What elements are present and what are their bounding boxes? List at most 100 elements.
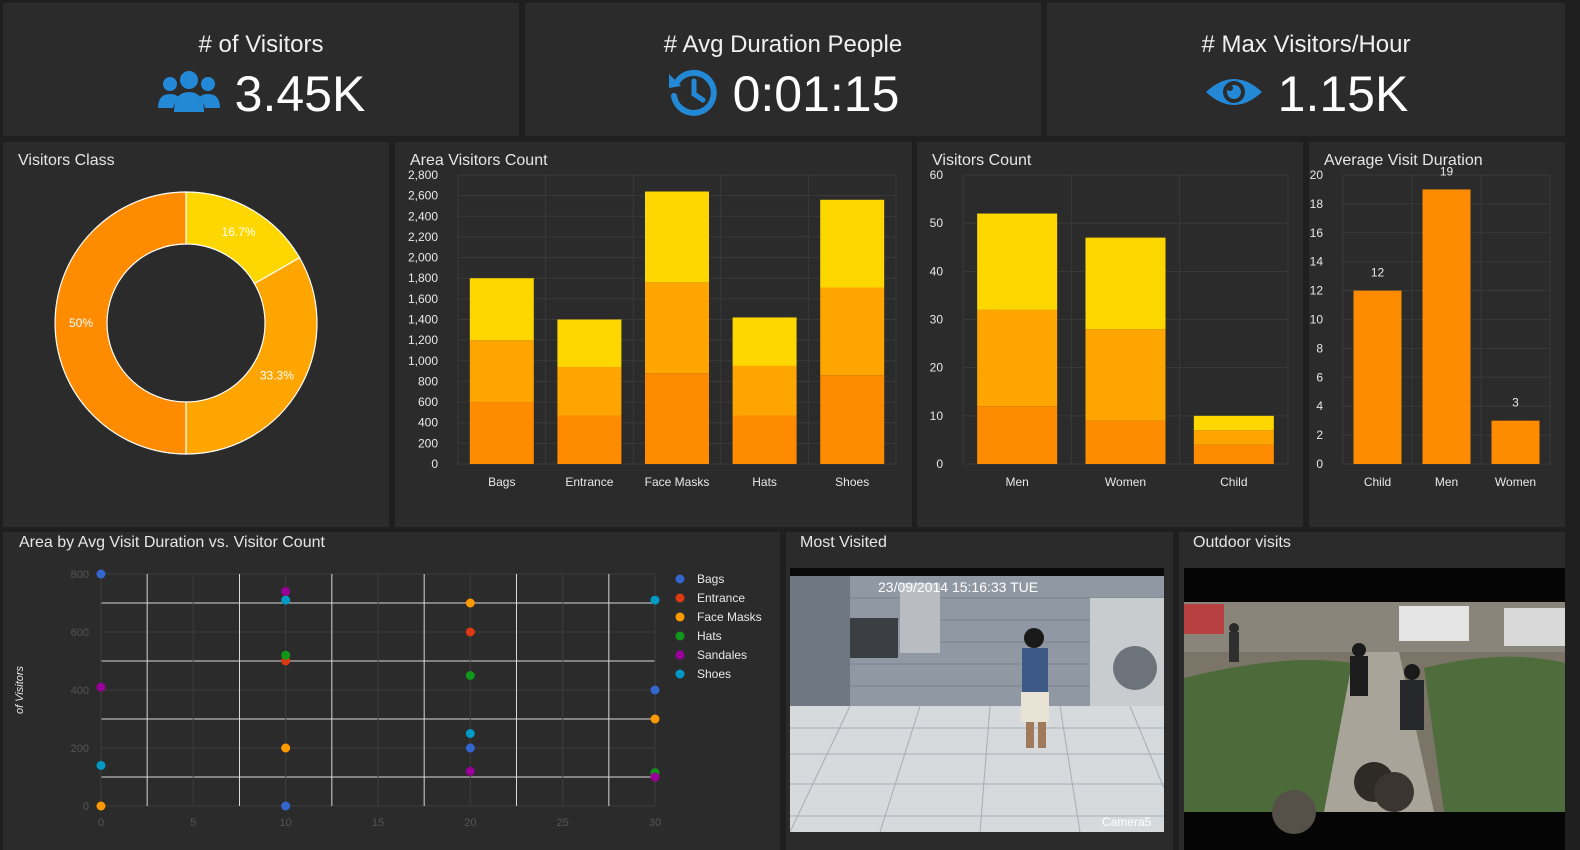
- y-tick-label: 18: [1310, 197, 1324, 211]
- y-tick-label: 1,400: [408, 313, 438, 327]
- y-tick-label: 400: [418, 416, 438, 430]
- y-tick-label: 14: [1310, 255, 1324, 269]
- bar-segment: [1085, 420, 1166, 464]
- bar-segment: [557, 366, 622, 416]
- bar: [1353, 290, 1402, 464]
- y-tick-label: 50: [930, 216, 944, 230]
- visitors-class-chart: 16.7% 33.3% 50%: [54, 191, 318, 455]
- x-tick-label: Hats: [752, 475, 777, 489]
- x-tick-label: 20: [464, 817, 476, 829]
- legend-label: Shoes: [697, 667, 731, 681]
- eye-icon: [1204, 72, 1264, 117]
- y-tick-label: 800: [71, 569, 89, 581]
- y-tick-label: 2,400: [408, 209, 438, 223]
- x-tick-label: Bags: [488, 475, 515, 489]
- y-tick-label: 200: [418, 436, 438, 450]
- data-label: 12: [1371, 266, 1385, 280]
- x-tick-label: Shoes: [835, 475, 869, 489]
- scatter-point: [96, 569, 106, 579]
- scatter-point: [281, 586, 291, 596]
- data-label: 3: [1512, 396, 1519, 410]
- visitors-count-chart: 0 10 20 30 40 50 60 Men Women Child: [930, 168, 1289, 489]
- bar-segment: [1193, 430, 1274, 445]
- camera-label: Camera5: [1102, 815, 1152, 829]
- x-tick-label: 0: [98, 817, 104, 829]
- y-tick-label: 10: [1310, 313, 1324, 327]
- x-tick-label: Women: [1105, 475, 1146, 489]
- y-tick-label: 0: [1316, 457, 1323, 471]
- area-visitors-chart: 0 200 400 600 800 1,000 1,200 1,400 1,600 1,800 2,…: [408, 168, 897, 489]
- bar: [1422, 189, 1471, 464]
- slice-label: 50%: [69, 316, 93, 330]
- kpi-value: 1.15K: [1277, 66, 1409, 122]
- x-tick-label: Men: [1005, 475, 1028, 489]
- x-tick-label: Child: [1220, 475, 1247, 489]
- y-tick-label: 12: [1310, 284, 1324, 298]
- data-label: 19: [1440, 164, 1454, 178]
- y-tick-label: 8: [1316, 341, 1323, 355]
- y-tick-label: 1,000: [408, 354, 438, 368]
- bar-segment: [1193, 444, 1274, 464]
- kpi-value: 0:01:15: [732, 66, 900, 122]
- bar-segment: [1085, 237, 1166, 330]
- y-tick-label: 20: [930, 361, 944, 375]
- camera-timestamp: 23/09/2014 15:16:33 TUE: [878, 579, 1038, 595]
- scatter-point: [465, 671, 475, 680]
- y-tick-label: 0: [83, 801, 89, 813]
- bar-segment: [557, 319, 622, 367]
- bar-segment: [732, 415, 797, 464]
- camera-feed-indoor[interactable]: 23/09/2014 15:16:33 TUE Camera5: [790, 568, 1164, 832]
- bar-segment: [820, 199, 885, 288]
- y-tick-label: 600: [418, 395, 438, 409]
- x-tick-label: 25: [557, 817, 569, 829]
- x-tick-label: 5: [190, 817, 196, 829]
- kpi-visitors: # of Visitors 3.45K: [3, 3, 519, 136]
- x-tick-label: Men: [1435, 475, 1458, 489]
- camera-feed-outdoor[interactable]: [1184, 568, 1565, 850]
- y-tick-label: 1,600: [408, 292, 438, 306]
- avg-duration-panel: Average Visit Duration 0 2 4 6 8 10 12 14 16 18 20…: [1309, 142, 1565, 527]
- y-tick-label: 2,000: [408, 251, 438, 265]
- panel-title: Most Visited: [800, 534, 887, 551]
- y-tick-label: 10: [930, 409, 944, 423]
- legend-label: Face Masks: [697, 610, 762, 624]
- x-tick-label: 30: [649, 817, 661, 829]
- legend-marker: [675, 574, 685, 584]
- y-tick-label: 4: [1316, 399, 1323, 413]
- bar-segment: [1193, 415, 1274, 431]
- y-tick-label: 0: [936, 457, 943, 471]
- bar-segment: [645, 373, 709, 464]
- y-tick-label: 600: [71, 627, 89, 639]
- y-tick-label: 2,800: [408, 168, 438, 182]
- bar-segment: [977, 213, 1058, 310]
- scatter-point: [465, 598, 475, 608]
- x-tick-label: Women: [1495, 475, 1536, 489]
- legend-label: Hats: [697, 629, 722, 643]
- y-tick-label: 30: [930, 313, 944, 327]
- kpi-avg-duration: # Avg Duration People 0:01:15: [525, 3, 1041, 136]
- legend-marker: [675, 650, 685, 660]
- scatter-point: [650, 772, 660, 782]
- history-icon: [667, 66, 719, 123]
- y-tick-label: 0: [431, 457, 438, 471]
- avg-duration-chart: 0 2 4 6 8 10 12 14 16 18 20 12 Child 19 Men 3 Women: [1310, 164, 1551, 489]
- legend-marker: [675, 631, 685, 641]
- y-tick-label: 6: [1316, 370, 1323, 384]
- scatter-point: [650, 595, 660, 605]
- legend-marker: [675, 669, 685, 679]
- bar-segment: [645, 282, 709, 374]
- scatter-panel: Area by Avg Visit Duration vs. Visitor C…: [3, 532, 780, 850]
- bar-segment: [977, 309, 1058, 407]
- outdoor-panel: Outdoor visits: [1179, 532, 1565, 850]
- y-tick-label: 60: [930, 168, 944, 182]
- y-tick-label: 1,800: [408, 271, 438, 285]
- visitors-count-panel: Visitors Count 0 10 20 30 40 50 60 Men Women Chil…: [917, 142, 1303, 527]
- legend-marker: [675, 612, 685, 622]
- y-tick-label: 2,200: [408, 230, 438, 244]
- y-tick-label: 2,600: [408, 189, 438, 203]
- slice-label: 16.7%: [222, 225, 256, 239]
- y-axis-label: of Visitors: [14, 665, 26, 714]
- bar-segment: [977, 406, 1058, 464]
- y-tick-label: 40: [930, 264, 944, 278]
- bar: [1491, 420, 1540, 464]
